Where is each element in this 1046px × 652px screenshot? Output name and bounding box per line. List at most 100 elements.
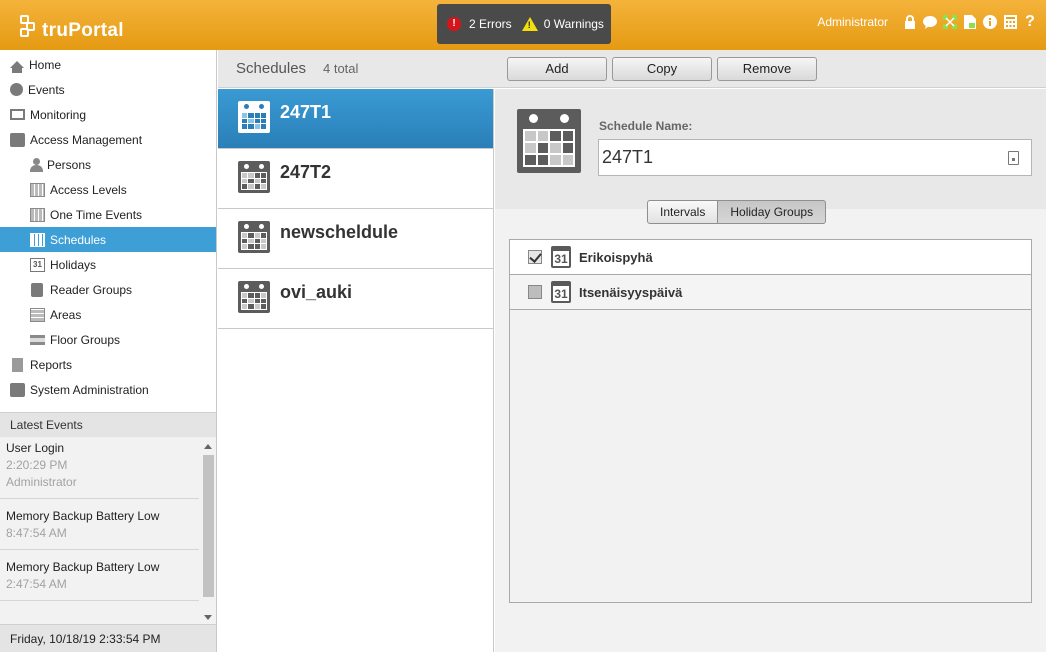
holiday-icon: 31 <box>551 246 571 268</box>
schedule-list-item[interactable]: ovi_auki <box>218 269 493 329</box>
sidebar-item-label: Access Management <box>30 132 143 147</box>
sidebar-item-label: Access Levels <box>50 182 127 197</box>
schedule-detail: Schedule Name: Intervals Holiday Groups … <box>495 89 1046 652</box>
sidebar-item-label: System Administration <box>30 382 149 397</box>
sidebar-item-label: Reports <box>30 357 73 372</box>
alerts-panel[interactable]: ! 2 Errors ! 0 Warnings <box>437 4 611 44</box>
holiday-group-row[interactable]: 31 Itsenäisyyspäivä <box>510 275 1031 310</box>
reader-groups-icon <box>31 282 43 297</box>
holiday-group-row[interactable]: 31 Erikoispyhä <box>510 240 1031 275</box>
schedule-icon <box>238 101 270 133</box>
sidebar-item-label: One Time Events <box>50 207 143 222</box>
sidebar-item-label: Persons <box>47 157 92 172</box>
event-user: Administrator <box>6 475 77 489</box>
schedule-icon <box>30 232 45 247</box>
user-area: Administrator ? <box>817 13 1038 30</box>
detail-header: Schedule Name: <box>495 89 1046 209</box>
network-icon[interactable] <box>942 14 958 30</box>
sidebar-item-reader-groups[interactable]: Reader Groups <box>0 277 216 302</box>
sidebar-item-events[interactable]: Events <box>0 77 216 102</box>
remove-button[interactable]: Remove <box>717 57 817 81</box>
chat-icon[interactable] <box>922 14 938 30</box>
schedule-name-input[interactable] <box>598 139 1032 176</box>
holiday-group-name: Itsenäisyyspäivä <box>579 284 683 300</box>
monitor-icon <box>10 109 25 120</box>
sidebar-item-label: Areas <box>50 307 82 322</box>
help-icon[interactable]: ? <box>1022 13 1038 30</box>
top-bar: truPortal ! 2 Errors ! 0 Warnings Admini… <box>0 0 1046 50</box>
app-name: truPortal <box>42 20 124 41</box>
sidebar-item-reports[interactable]: Reports <box>0 352 216 377</box>
person-icon <box>30 157 43 172</box>
schedule-name: 247T1 <box>280 102 332 122</box>
sidebar-item-areas[interactable]: Areas <box>0 302 216 327</box>
status-datetime: Friday, 10/18/19 2:33:54 PM <box>0 624 217 652</box>
sidebar-item-one-time-events[interactable]: One Time Events <box>0 202 216 227</box>
warnings-count[interactable]: 0 Warnings <box>544 17 604 31</box>
sidebar-item-label: Monitoring <box>30 107 87 122</box>
sidebar-item-persons[interactable]: Persons <box>0 152 216 177</box>
warning-icon: ! <box>521 17 538 31</box>
latest-events-list[interactable]: User Login 2:20:29 PM Administrator Memo… <box>0 437 217 624</box>
add-button[interactable]: Add <box>507 57 607 81</box>
lock-icon[interactable] <box>902 14 918 30</box>
holiday-group-checkbox[interactable] <box>528 285 542 299</box>
event-item[interactable]: Memory Backup Battery Low 8:47:54 AM <box>0 499 199 550</box>
error-icon: ! <box>447 17 461 31</box>
errors-count[interactable]: 2 Errors <box>469 17 512 31</box>
calculator-icon[interactable] <box>1002 14 1018 30</box>
info-icon[interactable] <box>982 14 998 30</box>
report-icon[interactable] <box>962 14 978 30</box>
holiday-icon: 31 <box>551 281 571 303</box>
tab-intervals[interactable]: Intervals <box>647 200 719 224</box>
access-levels-icon <box>30 182 45 197</box>
alert-icon <box>10 83 23 96</box>
truportal-logo: truPortal <box>20 13 124 41</box>
page-title: Schedules <box>236 60 307 77</box>
user-name[interactable]: Administrator <box>817 15 888 29</box>
holiday-group-name: Erikoispyhä <box>579 249 653 265</box>
schedule-list-item[interactable]: newscheldule <box>218 209 493 269</box>
sidebar-item-access-management[interactable]: Access Management <box>0 127 216 152</box>
sidebar-item-access-levels[interactable]: Access Levels <box>0 177 216 202</box>
field-info-icon[interactable] <box>1008 151 1019 165</box>
schedule-name-label: Schedule Name: <box>599 119 693 133</box>
one-time-events-icon <box>30 207 45 222</box>
sidebar-item-label: Events <box>28 82 65 97</box>
sidebar-item-home[interactable]: Home <box>0 52 216 77</box>
schedule-list-item[interactable]: 247T2 <box>218 149 493 209</box>
holiday-groups-list: 31 Erikoispyhä 31 Itsenäisyyspäivä <box>509 239 1032 603</box>
scroll-thumb[interactable] <box>203 455 214 597</box>
schedule-list: 247T1 247T2 newscheldule ovi_auki <box>218 89 494 652</box>
reports-icon <box>12 357 23 372</box>
sidebar-item-label: Floor Groups <box>50 332 121 347</box>
sidebar-item-label: Holidays <box>50 257 97 272</box>
tab-holiday-groups[interactable]: Holiday Groups <box>718 200 827 224</box>
sidebar-item-system-administration[interactable]: System Administration <box>0 377 216 402</box>
home-icon <box>10 61 24 73</box>
sidebar-item-floor-groups[interactable]: Floor Groups <box>0 327 216 352</box>
sidebar-nav: Home Events Monitoring Access Management… <box>0 50 217 412</box>
floor-groups-icon <box>30 334 45 345</box>
event-title: User Login <box>6 441 65 455</box>
schedule-name: ovi_auki <box>280 282 353 302</box>
event-item[interactable]: User Login 2:20:29 PM Administrator <box>0 437 199 499</box>
scroll-up-icon[interactable] <box>204 444 212 449</box>
event-title: Memory Backup Battery Low <box>6 560 160 574</box>
schedule-list-item[interactable]: 247T1 <box>218 89 493 149</box>
logo-icon <box>20 15 40 39</box>
event-time: 8:47:54 AM <box>6 526 67 540</box>
schedule-icon <box>517 109 581 173</box>
copy-button[interactable]: Copy <box>612 57 712 81</box>
events-scrollbar[interactable] <box>202 440 215 622</box>
sidebar-item-label: Home <box>29 57 62 72</box>
sidebar-item-holidays[interactable]: 31 Holidays <box>0 252 216 277</box>
event-item[interactable]: Memory Backup Battery Low 2:47:54 AM <box>0 550 199 601</box>
scroll-down-icon[interactable] <box>204 615 212 620</box>
sidebar-item-schedules[interactable]: Schedules <box>0 227 216 252</box>
sidebar-item-monitoring[interactable]: Monitoring <box>0 102 216 127</box>
latest-events-header: Latest Events <box>0 412 217 437</box>
holiday-group-checkbox[interactable] <box>528 250 542 264</box>
event-time: 2:47:54 AM <box>6 577 67 591</box>
schedule-icon <box>238 161 270 193</box>
